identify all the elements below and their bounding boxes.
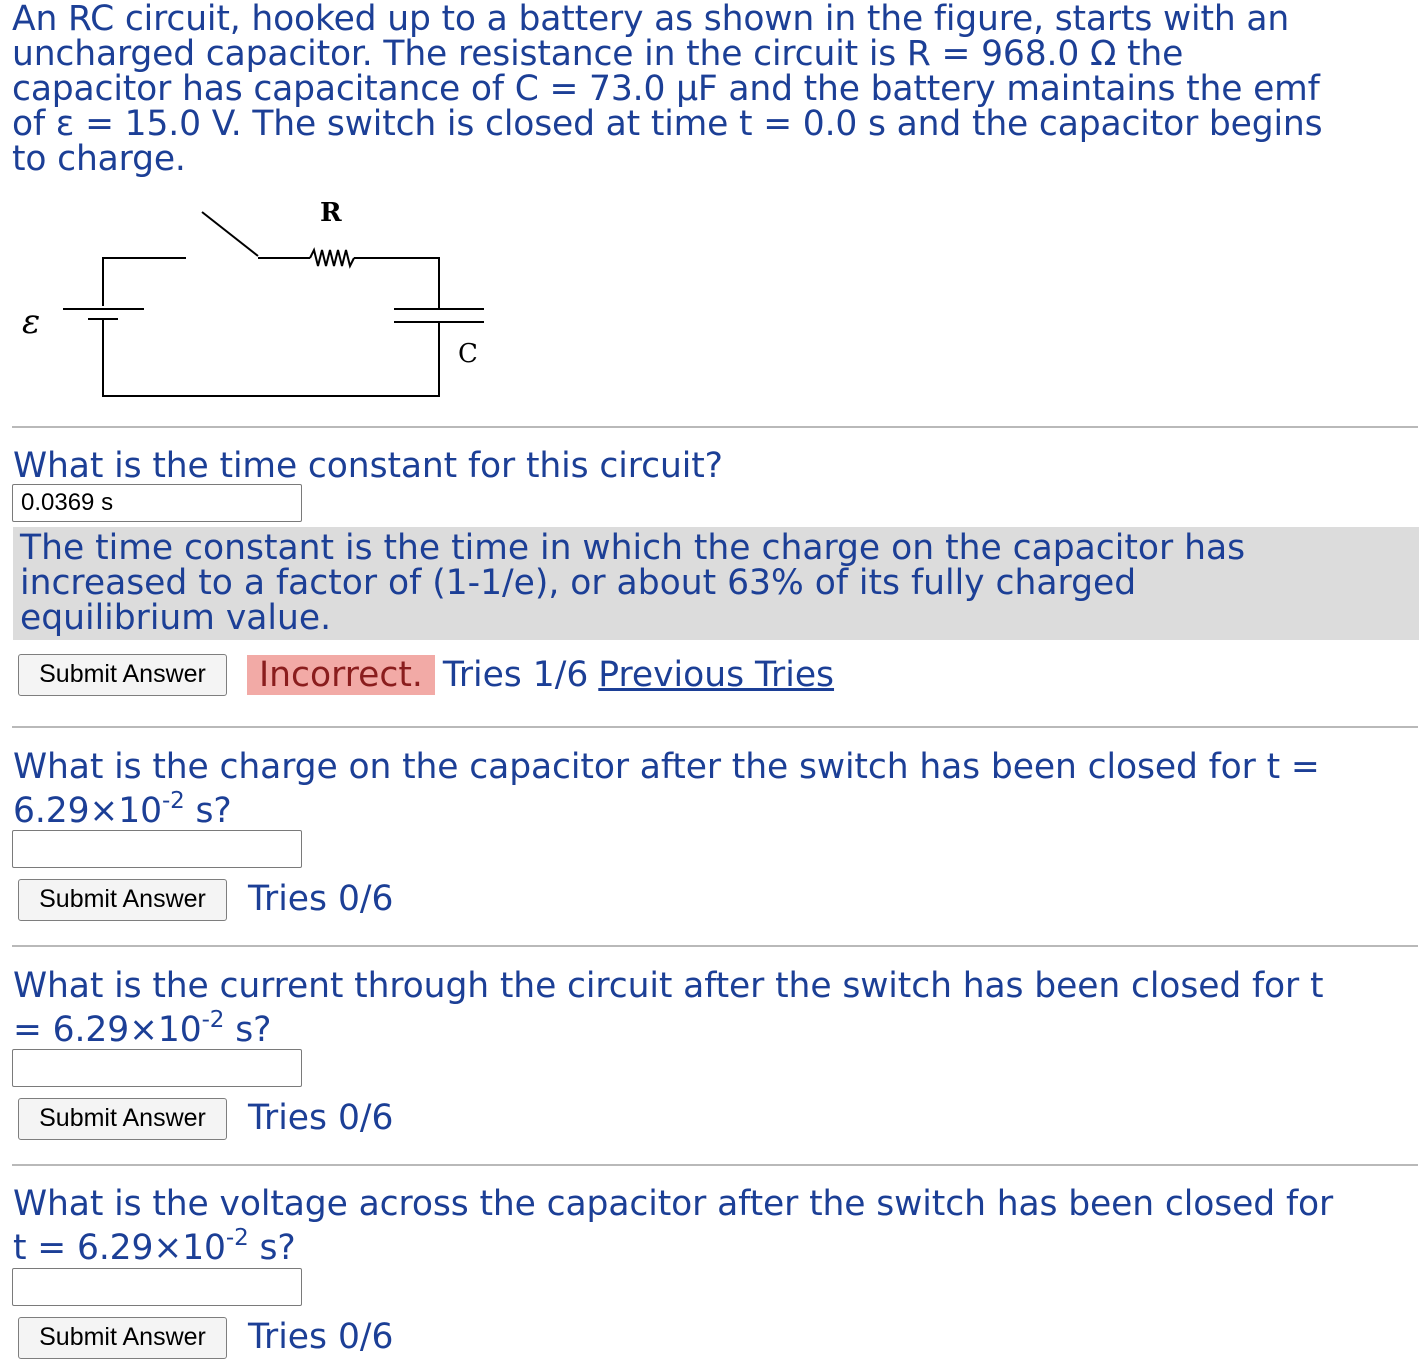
wire-top-right bbox=[354, 257, 440, 309]
q2-submit-button[interactable]: Submit Answer bbox=[18, 879, 227, 921]
q4-submit-button[interactable]: Submit Answer bbox=[18, 1317, 227, 1359]
divider bbox=[12, 945, 1418, 947]
q3-answer-input[interactable] bbox=[12, 1049, 302, 1087]
q3-question: What is the current through the circuit … bbox=[13, 966, 1324, 1050]
q2-question: What is the charge on the capacitor afte… bbox=[13, 747, 1320, 831]
divider bbox=[12, 726, 1418, 728]
q2-tries: Tries 0/6 bbox=[248, 879, 394, 919]
q1-question: What is the time constant for this circu… bbox=[13, 446, 723, 486]
capacitor-label: C bbox=[458, 339, 478, 369]
q4-question: What is the voltage across the capacitor… bbox=[13, 1184, 1334, 1268]
rc-circuit-diagram: R C ε bbox=[22, 198, 484, 397]
emf-label: ε bbox=[22, 302, 40, 342]
q3-submit-button[interactable]: Submit Answer bbox=[18, 1098, 227, 1140]
resistor bbox=[309, 247, 355, 269]
ohm-symbol: Ω bbox=[1089, 34, 1117, 74]
resistor-label: R bbox=[320, 198, 342, 228]
wire-bottom bbox=[102, 319, 440, 397]
q1-hint-box: The time constant is the time in which t… bbox=[13, 527, 1419, 640]
divider bbox=[12, 426, 1418, 428]
q1-answer-input[interactable]: 0.0369 s bbox=[12, 484, 302, 522]
switch bbox=[201, 211, 259, 257]
intro-line-3: capacitor has capacitance of C = 73.0 μF… bbox=[12, 69, 1320, 109]
intro-line-1: An RC circuit, hooked up to a battery as… bbox=[12, 0, 1290, 39]
q4-tries: Tries 0/6 bbox=[248, 1317, 394, 1357]
wire-top-left bbox=[102, 257, 186, 306]
q1-tries: Tries 1/6 bbox=[442, 655, 589, 695]
q1-incorrect-badge: Incorrect. bbox=[247, 655, 435, 695]
micro-symbol: μ bbox=[676, 69, 698, 109]
intro-line-5: to charge. bbox=[12, 139, 186, 179]
q1-previous-tries-link[interactable]: Previous Tries bbox=[598, 655, 834, 695]
q3-tries: Tries 0/6 bbox=[248, 1098, 394, 1138]
q1-status: Incorrect. Tries 1/6 Previous Tries bbox=[247, 653, 834, 697]
emf-symbol: ε bbox=[55, 104, 75, 144]
q2-answer-input[interactable] bbox=[12, 830, 302, 868]
problem-statement: An RC circuit, hooked up to a battery as… bbox=[12, 2, 1417, 177]
intro-line-4: of ε = 15.0 V. The switch is closed at t… bbox=[12, 104, 1323, 144]
divider bbox=[12, 1164, 1418, 1166]
q4-answer-input[interactable] bbox=[12, 1268, 302, 1306]
intro-line-2: uncharged capacitor. The resistance in t… bbox=[12, 34, 1184, 74]
q1-submit-button[interactable]: Submit Answer bbox=[18, 654, 227, 696]
